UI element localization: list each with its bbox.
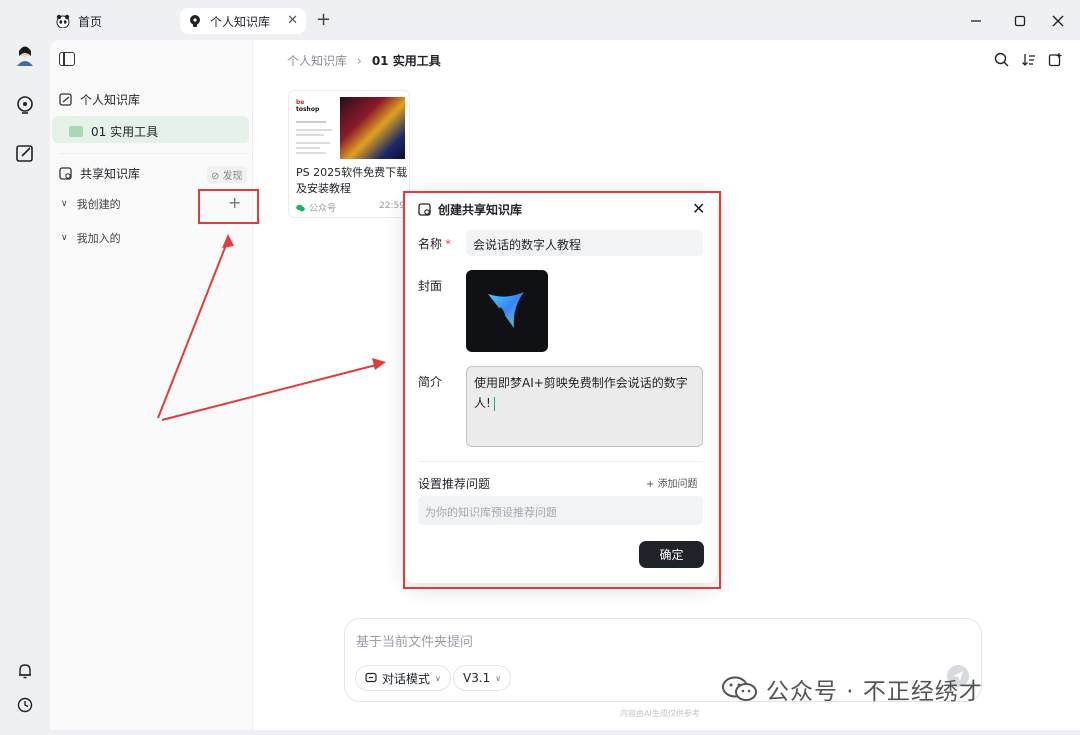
sidebar-item-shared-kb[interactable]: 共享知识库 bbox=[59, 165, 140, 182]
shared-kb-icon bbox=[59, 167, 72, 180]
bulb-nav-icon[interactable] bbox=[14, 94, 36, 116]
sidebar-item-joined[interactable]: ∨ 我加入的 bbox=[61, 230, 121, 246]
ai-footnote: 内容由AI生成仅供参考 bbox=[620, 709, 700, 718]
chevron-right-icon: › bbox=[357, 53, 362, 68]
document-card[interactable]: be toshop PS 2025软件免费下载及安装教程 公众号 22:59 bbox=[288, 90, 410, 218]
watermark-text: 公众号 · 不正经绣才 bbox=[766, 679, 983, 705]
annotation-box-add bbox=[198, 189, 259, 224]
bulb-icon bbox=[188, 14, 202, 28]
sidebar-folder-row[interactable]: 01 实用工具 bbox=[69, 123, 158, 140]
sidebar-toggle-icon[interactable] bbox=[59, 52, 75, 66]
tab-knowledge-base[interactable]: 个人知识库 ✕ bbox=[180, 8, 306, 34]
edit-nav-icon[interactable] bbox=[14, 142, 36, 164]
sort-icon[interactable] bbox=[1019, 50, 1037, 68]
breadcrumb: 个人知识库 › 01 实用工具 bbox=[287, 52, 441, 69]
annotation-box-dialog bbox=[403, 191, 721, 589]
divider bbox=[59, 153, 249, 154]
title-bar: 首页 个人知识库 ✕ + bbox=[0, 0, 1080, 40]
thumbnail-brand-line2: toshop bbox=[296, 106, 320, 113]
breadcrumb-root[interactable]: 个人知识库 bbox=[287, 52, 347, 69]
avatar[interactable] bbox=[14, 44, 36, 66]
wechat-logo-icon bbox=[722, 676, 758, 702]
watermark: 公众号 · 不正经绣才 bbox=[722, 672, 983, 706]
close-window-icon[interactable] bbox=[1047, 10, 1069, 32]
sidebar-item-label: 共享知识库 bbox=[80, 167, 141, 181]
clock-icon[interactable] bbox=[14, 694, 36, 716]
tab-knowledge-base-label: 个人知识库 bbox=[210, 14, 271, 29]
add-note-icon[interactable] bbox=[1046, 50, 1064, 68]
card-source: 公众号 bbox=[296, 201, 336, 214]
chat-input-placeholder: 基于当前文件夹提问 bbox=[356, 635, 474, 650]
tab-close-icon[interactable]: ✕ bbox=[287, 13, 298, 28]
search-icon[interactable] bbox=[992, 50, 1010, 68]
version-label: V3.1 bbox=[463, 671, 491, 685]
minimize-icon[interactable] bbox=[965, 10, 987, 32]
thumbnail-image bbox=[340, 97, 405, 159]
card-source-label: 公众号 bbox=[309, 204, 337, 214]
new-tab-button[interactable]: + bbox=[316, 9, 331, 31]
version-select[interactable]: V3.1 ∨ bbox=[453, 665, 512, 691]
mode-label: 对话模式 bbox=[382, 671, 431, 686]
folder-icon bbox=[69, 126, 83, 137]
maximize-icon[interactable] bbox=[1009, 10, 1031, 32]
sidebar-item-personal-kb[interactable]: 个人知识库 bbox=[59, 91, 140, 108]
sidebar-item-label: 01 实用工具 bbox=[91, 125, 159, 139]
sidebar-item-label: 我加入的 bbox=[76, 232, 121, 245]
chevron-down-icon: ∨ bbox=[61, 233, 68, 243]
chevron-down-icon: ∨ bbox=[495, 673, 502, 683]
chevron-down-icon: ∨ bbox=[61, 199, 68, 209]
bell-icon[interactable] bbox=[14, 660, 36, 682]
card-time: 22:59 bbox=[379, 201, 405, 211]
sidebar-item-label: 个人知识库 bbox=[80, 93, 141, 107]
card-title: PS 2025软件免费下载及安装教程 bbox=[296, 166, 408, 195]
sidebar-item-label: 我创建的 bbox=[76, 198, 121, 211]
chat-mode-icon bbox=[365, 672, 377, 684]
sidebar: 个人知识库 01 实用工具 共享知识库 ⊘ 发现 ∨ 我创建的 + ∨ 我加入的 bbox=[50, 40, 253, 730]
wechat-icon bbox=[296, 204, 305, 212]
panda-logo-icon bbox=[56, 14, 70, 29]
mode-select[interactable]: 对话模式 ∨ bbox=[355, 665, 451, 691]
left-rail bbox=[0, 40, 50, 735]
chevron-down-icon: ∨ bbox=[435, 673, 441, 683]
kb-icon bbox=[59, 93, 72, 106]
sidebar-item-created-by-me[interactable]: ∨ 我创建的 bbox=[61, 196, 121, 212]
discover-button[interactable]: ⊘ 发现 bbox=[207, 166, 247, 183]
tab-home[interactable]: 首页 bbox=[52, 8, 162, 34]
tab-home-label: 首页 bbox=[78, 14, 103, 29]
card-thumbnail: be toshop bbox=[294, 97, 405, 159]
breadcrumb-current: 01 实用工具 bbox=[371, 54, 441, 68]
discover-label: 发现 bbox=[222, 171, 243, 182]
thumbnail-brand-line1: be bbox=[296, 99, 305, 106]
thumbnail-text-area: be toshop bbox=[296, 99, 340, 157]
